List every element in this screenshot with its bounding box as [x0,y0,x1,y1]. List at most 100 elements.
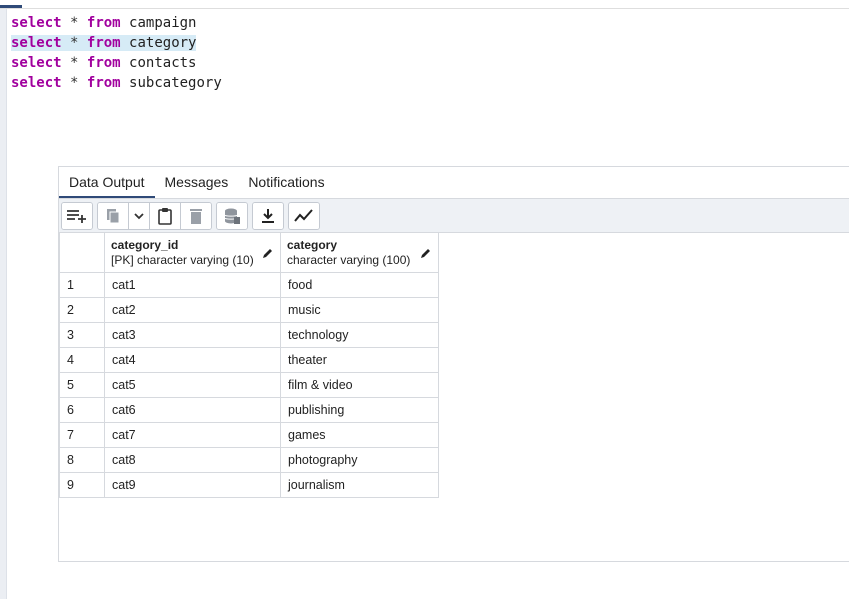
keyword: from [86,15,121,31]
edit-pencil-icon[interactable] [262,247,274,259]
table-row[interactable]: 6 cat6 publishing [59,397,439,423]
cell-category-id[interactable]: cat5 [104,372,281,398]
graph-group [288,201,320,230]
cell-category[interactable]: publishing [280,397,439,423]
paste-icon [158,207,172,225]
copy-paste-group [97,201,212,230]
table-row[interactable]: 7 cat7 games [59,422,439,448]
row-number[interactable]: 1 [59,272,105,298]
keyword: select [11,35,62,51]
add-row-group [61,201,93,230]
download-button[interactable] [253,202,283,229]
table-name: subcategory [129,75,222,91]
copy-button[interactable] [98,202,129,229]
cell-category-id[interactable]: cat3 [104,322,281,348]
table-row[interactable]: 5 cat5 film & video [59,372,439,398]
editor-line-highlighted[interactable]: select * from category [11,33,222,53]
copy-options-dropdown[interactable] [129,202,150,229]
column-type: [PK] character varying (10) [111,252,254,267]
active-tab-indicator [0,5,22,8]
sql-editor[interactable]: select * from campaign select * from cat… [11,13,222,93]
row-number[interactable]: 7 [59,422,105,448]
operator: * [70,75,79,91]
column-header-category-id[interactable]: category_id [PK] character varying (10) [104,232,281,273]
results-toolbar [59,199,849,233]
column-type: character varying (100) [287,252,411,267]
row-number[interactable]: 2 [59,297,105,323]
editor-line[interactable]: select * from subcategory [11,73,222,93]
row-number[interactable]: 6 [59,397,105,423]
row-number[interactable]: 4 [59,347,105,373]
keyword: select [11,75,62,91]
copy-icon [107,208,120,223]
delete-button[interactable] [181,202,211,229]
operator: * [70,15,79,31]
graph-icon [294,208,313,222]
row-number[interactable]: 5 [59,372,105,398]
cell-category[interactable]: games [280,422,439,448]
results-panel: Data Output Messages Notifications categ… [58,166,849,562]
delete-icon [190,208,202,224]
table-name: campaign [129,15,197,31]
editor-gutter [0,9,7,599]
table-row[interactable]: 3 cat3 technology [59,322,439,348]
cell-category-id[interactable]: cat8 [104,447,281,473]
top-bar [0,0,849,9]
row-number[interactable]: 3 [59,322,105,348]
table-row[interactable]: 4 cat4 theater [59,347,439,373]
keyword: select [11,55,62,71]
paste-button[interactable] [150,202,181,229]
table-row[interactable]: 2 cat2 music [59,297,439,323]
row-number[interactable]: 9 [59,472,105,498]
table-name: contacts [129,55,197,71]
save-data-icon [224,208,240,224]
download-group [252,201,284,230]
graph-visualiser-button[interactable] [289,202,319,229]
row-number-header [59,232,105,273]
cell-category[interactable]: food [280,272,439,298]
cell-category[interactable]: journalism [280,472,439,498]
data-grid: category_id [PK] character varying (10) … [59,232,439,498]
save-group [216,201,248,230]
cell-category[interactable]: theater [280,347,439,373]
cell-category-id[interactable]: cat6 [104,397,281,423]
add-row-icon [67,209,86,223]
cell-category-id[interactable]: cat4 [104,347,281,373]
add-row-button[interactable] [62,202,92,229]
grid-body: 1 cat1 food 2 cat2 music 3 cat3 technology 4 cat4 t… [59,272,439,498]
keyword: from [86,75,121,91]
download-icon [262,208,274,223]
chevron-down-icon [134,212,144,219]
tab-messages[interactable]: Messages [155,167,239,198]
cell-category-id[interactable]: cat2 [104,297,281,323]
table-name: category [129,35,197,51]
table-row[interactable]: 8 cat8 photography [59,447,439,473]
editor-line[interactable]: select * from campaign [11,13,222,33]
cell-category[interactable]: music [280,297,439,323]
column-name: category [287,237,338,252]
column-name: category_id [111,237,179,252]
cell-category[interactable]: film & video [280,372,439,398]
save-data-button[interactable] [217,202,247,229]
cell-category[interactable]: technology [280,322,439,348]
selection-highlight: select * from category [11,35,197,51]
cell-category-id[interactable]: cat7 [104,422,281,448]
tab-notifications[interactable]: Notifications [238,167,334,198]
tab-data-output[interactable]: Data Output [59,167,155,198]
cell-category-id[interactable]: cat1 [104,272,281,298]
table-row[interactable]: 9 cat9 journalism [59,472,439,498]
editor-line[interactable]: select * from contacts [11,53,222,73]
table-row[interactable]: 1 cat1 food [59,272,439,298]
operator: * [70,55,79,71]
cell-category-id[interactable]: cat9 [104,472,281,498]
keyword: select [11,15,62,31]
row-number[interactable]: 8 [59,447,105,473]
cell-category[interactable]: photography [280,447,439,473]
keyword: from [86,35,121,51]
results-tabs: Data Output Messages Notifications [59,167,849,199]
keyword: from [86,55,121,71]
grid-header-row: category_id [PK] character varying (10) … [59,232,439,273]
edit-pencil-icon[interactable] [420,247,432,259]
operator: * [70,35,79,51]
column-header-category[interactable]: category character varying (100) [280,232,439,273]
